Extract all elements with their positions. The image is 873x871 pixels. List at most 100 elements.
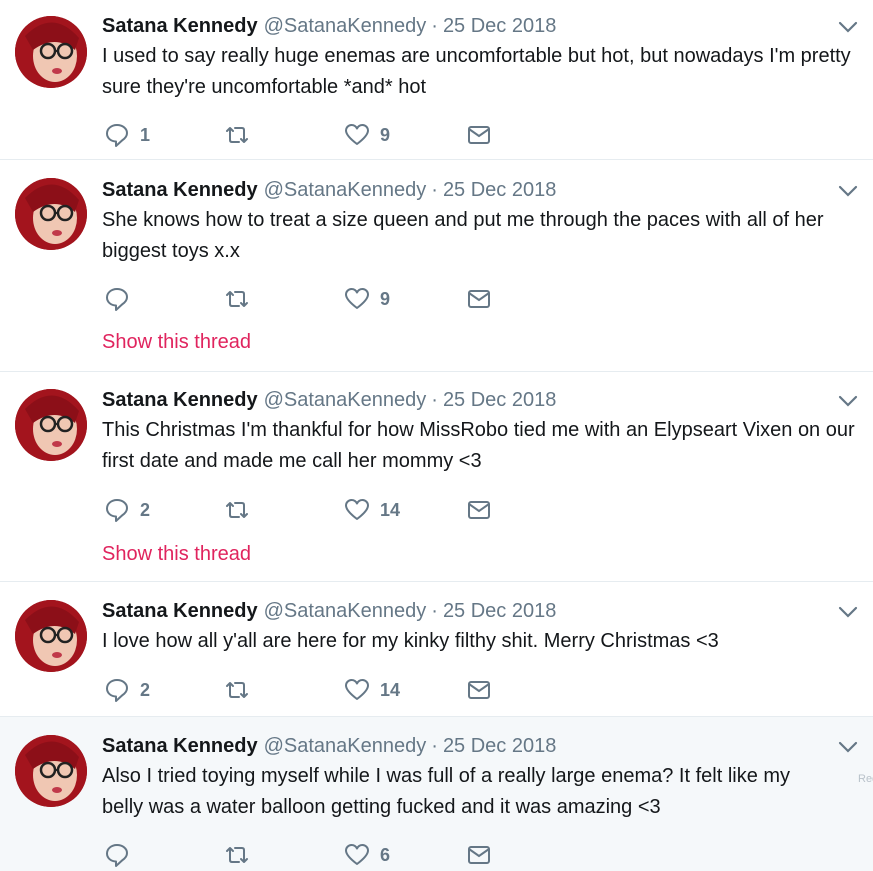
tweet-text: This Christmas I'm thankful for how Miss… [102,419,855,472]
retweet-icon [226,127,248,143]
author-name[interactable]: Satana Kennedy [102,389,258,411]
direct-message-button[interactable] [466,284,492,314]
like-button[interactable]: 14 [344,675,400,705]
tweet[interactable]: Satana Kennedy @SatanaKennedy · 25 Dec 2018… [0,717,873,871]
profile-photo [15,600,87,672]
chevron-down-icon[interactable] [837,390,859,412]
show-thread-link[interactable]: Show this thread [102,543,251,566]
direct-message-button[interactable] [466,120,492,150]
reply-count: 2 [140,499,151,520]
tweet[interactable]: Satana Kennedy @SatanaKennedy · 25 Dec 2018… [0,372,873,582]
reply-button[interactable]: 2 [104,495,150,525]
tweet-actions: 1 9 [104,120,524,150]
author-handle[interactable]: @SatanaKennedy [264,735,427,757]
reply-icon [106,679,128,702]
tweet-date[interactable]: 25 Dec 2018 [443,15,556,37]
like-count: 14 [380,679,401,700]
retweet-button[interactable] [224,120,260,150]
reply-button[interactable] [104,284,140,314]
reply-icon [106,288,128,311]
like-button[interactable]: 6 [344,840,390,870]
author-handle[interactable]: @SatanaKennedy [264,389,427,411]
retweet-button[interactable] [224,284,260,314]
avatar[interactable] [15,16,87,88]
author-name[interactable]: Satana Kennedy [102,15,258,37]
avatar[interactable] [15,178,87,250]
retweet-icon [226,502,248,518]
reply-icon [106,499,128,522]
heart-icon [345,844,369,865]
author-name[interactable]: Satana Kennedy [102,735,258,757]
tweet-actions: 9 [104,284,524,314]
tweet-header: Satana Kennedy @SatanaKennedy · 25 Dec 2018 [102,176,859,204]
tweet-actions: 2 14 [104,675,524,705]
author-handle[interactable]: @SatanaKennedy [264,15,427,37]
tweet[interactable]: Satana Kennedy @SatanaKennedy · 25 Dec 2018… [0,160,873,372]
tweet-date[interactable]: 25 Dec 2018 [443,389,556,411]
reply-button[interactable]: 1 [104,120,150,150]
chevron-down-icon[interactable] [837,736,859,758]
author-name[interactable]: Satana Kennedy [102,179,258,201]
avatar[interactable] [15,735,87,807]
heart-icon [345,679,369,700]
chevron-down-icon[interactable] [837,16,859,38]
tweet-header: Satana Kennedy @SatanaKennedy · 25 Dec 2018 [102,12,859,40]
heart-icon [345,288,369,309]
tweet-header: Satana Kennedy @SatanaKennedy · 25 Dec 2018 [102,386,859,414]
like-button[interactable]: 9 [344,284,390,314]
tweet-text: She knows how to treat a size queen and … [102,209,824,262]
tweet-text: I love how all y'all are here for my kin… [102,630,719,652]
retweet-button[interactable] [224,840,260,870]
chevron-down-icon[interactable] [837,601,859,623]
reply-button[interactable] [104,840,140,870]
retweet-button[interactable] [224,675,260,705]
chevron-down-icon[interactable] [837,180,859,202]
like-count: 9 [380,288,391,309]
tweet-text: Also I tried toying myself while I was f… [102,765,791,818]
tweet-date[interactable]: 25 Dec 2018 [443,600,556,622]
retweet-button[interactable] [224,495,260,525]
tweet-header: Satana Kennedy @SatanaKennedy · 25 Dec 2018 [102,597,859,625]
like-count: 9 [380,124,391,145]
retweet-icon [226,847,248,863]
retweet-icon [226,682,248,698]
envelope-icon [468,290,490,308]
separator: · [431,179,438,201]
profile-photo [15,389,87,461]
heart-icon [345,124,369,145]
reply-button[interactable]: 2 [104,675,150,705]
tweet-actions: 2 14 [104,495,524,525]
direct-message-button[interactable] [466,840,492,870]
like-button[interactable]: 14 [344,495,400,525]
avatar[interactable] [15,600,87,672]
tweet-date[interactable]: 25 Dec 2018 [443,179,556,201]
tweet[interactable]: Satana Kennedy @SatanaKennedy · 25 Dec 2018… [0,0,873,160]
like-button[interactable]: 9 [344,120,390,150]
reply-icon [106,124,128,147]
envelope-icon [468,501,490,519]
avatar[interactable] [15,389,87,461]
author-handle[interactable]: @SatanaKennedy [264,600,427,622]
like-count: 6 [380,844,391,865]
retweet-icon [226,291,248,307]
envelope-icon [468,126,490,144]
author-name[interactable]: Satana Kennedy [102,600,258,622]
truncated-tooltip: Rec [858,773,873,785]
tweet-date[interactable]: 25 Dec 2018 [443,735,556,757]
reply-icon [106,844,128,867]
reply-count: 2 [140,679,151,700]
heart-icon [345,499,369,520]
direct-message-button[interactable] [466,675,492,705]
profile-photo [15,178,87,250]
tweet[interactable]: Satana Kennedy @SatanaKennedy · 25 Dec 2018… [0,582,873,717]
show-thread-link[interactable]: Show this thread [102,331,251,354]
tweet-header: Satana Kennedy @SatanaKennedy · 25 Dec 2018 [102,732,859,760]
direct-message-button[interactable] [466,495,492,525]
tweet-actions: 6 [104,840,524,870]
like-count: 14 [380,499,401,520]
timeline: Satana Kennedy @SatanaKennedy · 25 Dec 2018… [0,0,873,871]
envelope-icon [468,681,490,699]
author-handle[interactable]: @SatanaKennedy [264,179,427,201]
separator: · [431,600,438,622]
profile-photo [15,735,87,807]
